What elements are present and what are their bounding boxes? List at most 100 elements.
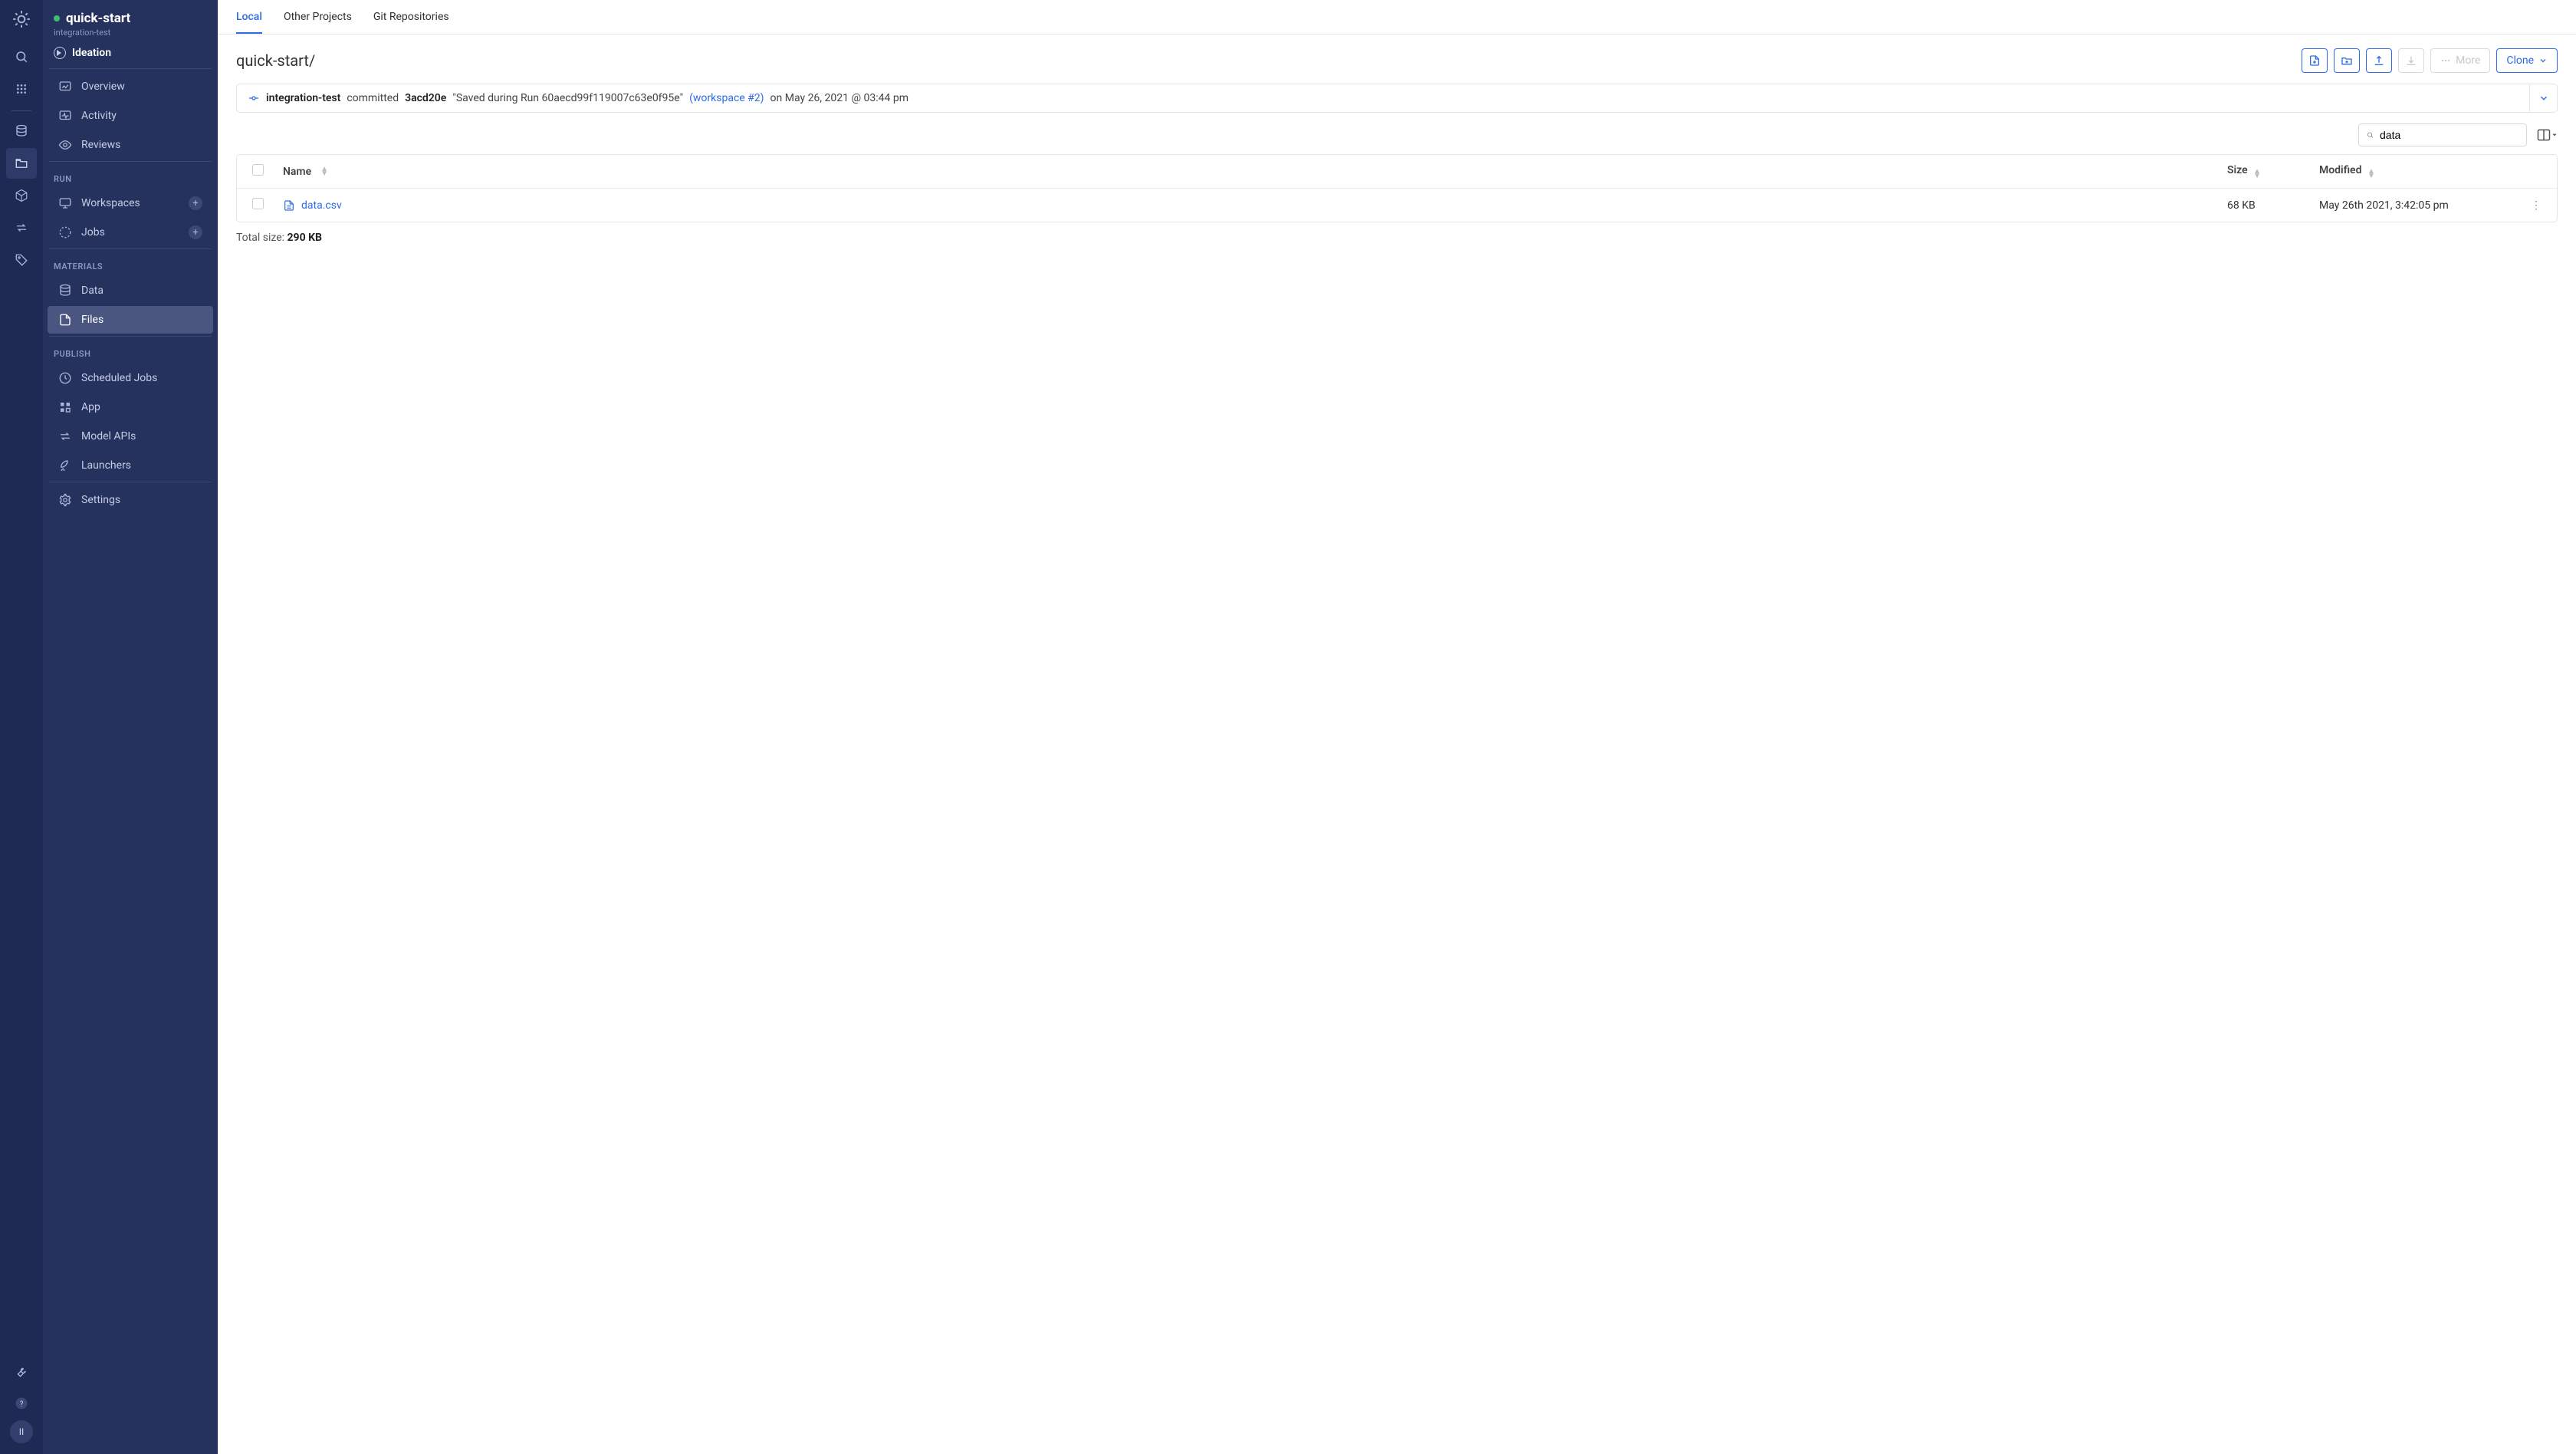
commit-verb: committed (347, 92, 399, 104)
project-owner: integration-test (54, 28, 207, 38)
clock-icon (58, 371, 72, 385)
project-status-dot (54, 15, 60, 21)
more-button: More (2430, 48, 2490, 73)
gear-icon (58, 493, 72, 507)
commit-icon (248, 92, 260, 104)
rail-grid[interactable] (6, 74, 37, 104)
rail-swap-icon[interactable] (6, 212, 37, 243)
sidebar-item-jobs[interactable]: Jobs + (48, 219, 213, 246)
user-avatar[interactable]: II (10, 1420, 33, 1443)
commit-message: "Saved during Run 60aecd99f119007c63e0f9… (452, 92, 683, 104)
app-icon (58, 400, 72, 414)
clone-label: Clone (2506, 54, 2534, 67)
sort-icon: ▲▼ (2253, 169, 2261, 179)
rail-help-icon[interactable]: ? (6, 1388, 37, 1419)
sidebar-item-label: Activity (81, 110, 117, 122)
tab-other-projects[interactable]: Other Projects (284, 11, 352, 34)
search-icon (2367, 129, 2374, 141)
sidebar-item-label: Files (81, 314, 104, 326)
project-title: quick-start (66, 11, 130, 26)
app-logo-icon (10, 8, 33, 31)
search-input[interactable] (2380, 129, 2518, 141)
commit-bar: integration-test committed 3acd20e "Save… (236, 84, 2558, 113)
launchers-icon (58, 459, 72, 472)
toolbar-actions: More Clone (2302, 48, 2558, 73)
workspaces-icon (58, 196, 72, 210)
upload-button[interactable] (2366, 48, 2392, 73)
file-size: 68 KB (2227, 199, 2319, 212)
sidebar-item-label: Data (81, 285, 104, 297)
tab-local[interactable]: Local (236, 11, 262, 34)
sidebar-item-model-apis[interactable]: Model APIs (48, 423, 213, 450)
section-materials: MATERIALS (43, 252, 218, 276)
file-modified: May 26th 2021, 3:42:05 pm (2319, 199, 2518, 212)
project-sidebar: quick-start integration-test Ideation Ov… (43, 0, 218, 1454)
new-folder-button[interactable] (2334, 48, 2360, 73)
sidebar-item-label: App (81, 401, 100, 413)
rail-wrench-icon[interactable] (6, 1356, 37, 1387)
more-label: More (2456, 54, 2480, 67)
project-phase[interactable]: Ideation (54, 47, 207, 59)
files-icon (58, 313, 72, 327)
table-row[interactable]: data.csv 68 KB May 26th 2021, 3:42:05 pm… (237, 189, 2557, 222)
sidebar-item-settings[interactable]: Settings (48, 486, 213, 514)
sort-icon: ▲▼ (2367, 169, 2375, 179)
rail-search[interactable] (6, 41, 37, 72)
breadcrumb: quick-start/ (236, 51, 315, 70)
sidebar-item-files[interactable]: Files (48, 306, 213, 334)
rail-data-icon[interactable] (6, 116, 37, 146)
add-job-button[interactable]: + (189, 225, 202, 239)
swap-icon (58, 429, 72, 443)
add-workspace-button[interactable]: + (189, 196, 202, 210)
sidebar-item-app[interactable]: App (48, 393, 213, 421)
download-button (2398, 48, 2424, 73)
sidebar-item-label: Model APIs (81, 430, 136, 442)
commit-hash[interactable]: 3acd20e (405, 92, 446, 104)
svg-text:?: ? (20, 1400, 24, 1409)
select-all-checkbox[interactable] (252, 164, 264, 176)
section-publish: PUBLISH (43, 340, 218, 364)
sidebar-item-label: Scheduled Jobs (81, 372, 157, 384)
row-checkbox[interactable] (252, 198, 264, 209)
columns-icon (2536, 127, 2551, 143)
phase-icon (54, 47, 66, 59)
rail-folder-icon[interactable] (6, 148, 37, 179)
sidebar-item-reviews[interactable]: Reviews (48, 131, 213, 159)
activity-icon (58, 109, 72, 123)
icon-rail: ? II (0, 0, 43, 1454)
total-size: Total size: 290 KB (236, 232, 2558, 244)
sidebar-item-workspaces[interactable]: Workspaces + (48, 189, 213, 217)
tab-git-repositories[interactable]: Git Repositories (373, 11, 449, 34)
columns-button[interactable] (2536, 127, 2558, 143)
new-file-button[interactable] (2302, 48, 2328, 73)
sort-icon: ▲▼ (320, 167, 328, 176)
sidebar-item-label: Workspaces (81, 197, 140, 209)
sidebar-item-label: Launchers (81, 459, 131, 472)
jobs-icon (58, 225, 72, 239)
rail-cube-icon[interactable] (6, 180, 37, 211)
sidebar-item-launchers[interactable]: Launchers (48, 452, 213, 479)
row-menu-button[interactable]: ⋮ (2518, 199, 2542, 212)
commit-expand-button[interactable] (2529, 84, 2557, 112)
sidebar-item-activity[interactable]: Activity (48, 102, 213, 130)
commit-workspace-link[interactable]: (workspace #2) (689, 92, 764, 104)
search-box[interactable] (2358, 123, 2527, 146)
sidebar-item-label: Overview (81, 81, 125, 93)
sidebar-item-label: Settings (81, 494, 120, 506)
sidebar-item-data[interactable]: Data (48, 277, 213, 304)
sidebar-item-label: Jobs (81, 226, 105, 238)
sidebar-item-overview[interactable]: Overview (48, 73, 213, 100)
header-modified[interactable]: Modified ▲▼ (2319, 164, 2518, 179)
rail-tag-icon[interactable] (6, 245, 37, 275)
commit-author: integration-test (266, 92, 340, 104)
sidebar-item-scheduled-jobs[interactable]: Scheduled Jobs (48, 364, 213, 392)
data-icon (58, 284, 72, 298)
file-icon (283, 199, 295, 212)
header-size[interactable]: Size ▲▼ (2227, 164, 2319, 179)
file-name-link[interactable]: data.csv (301, 199, 342, 212)
main-area: Local Other Projects Git Repositories qu… (218, 0, 2576, 1454)
caret-down-icon (2551, 132, 2558, 138)
header-name[interactable]: Name ▲▼ (283, 166, 2227, 178)
clone-button[interactable]: Clone (2496, 48, 2558, 73)
chevron-down-icon (2538, 93, 2549, 104)
